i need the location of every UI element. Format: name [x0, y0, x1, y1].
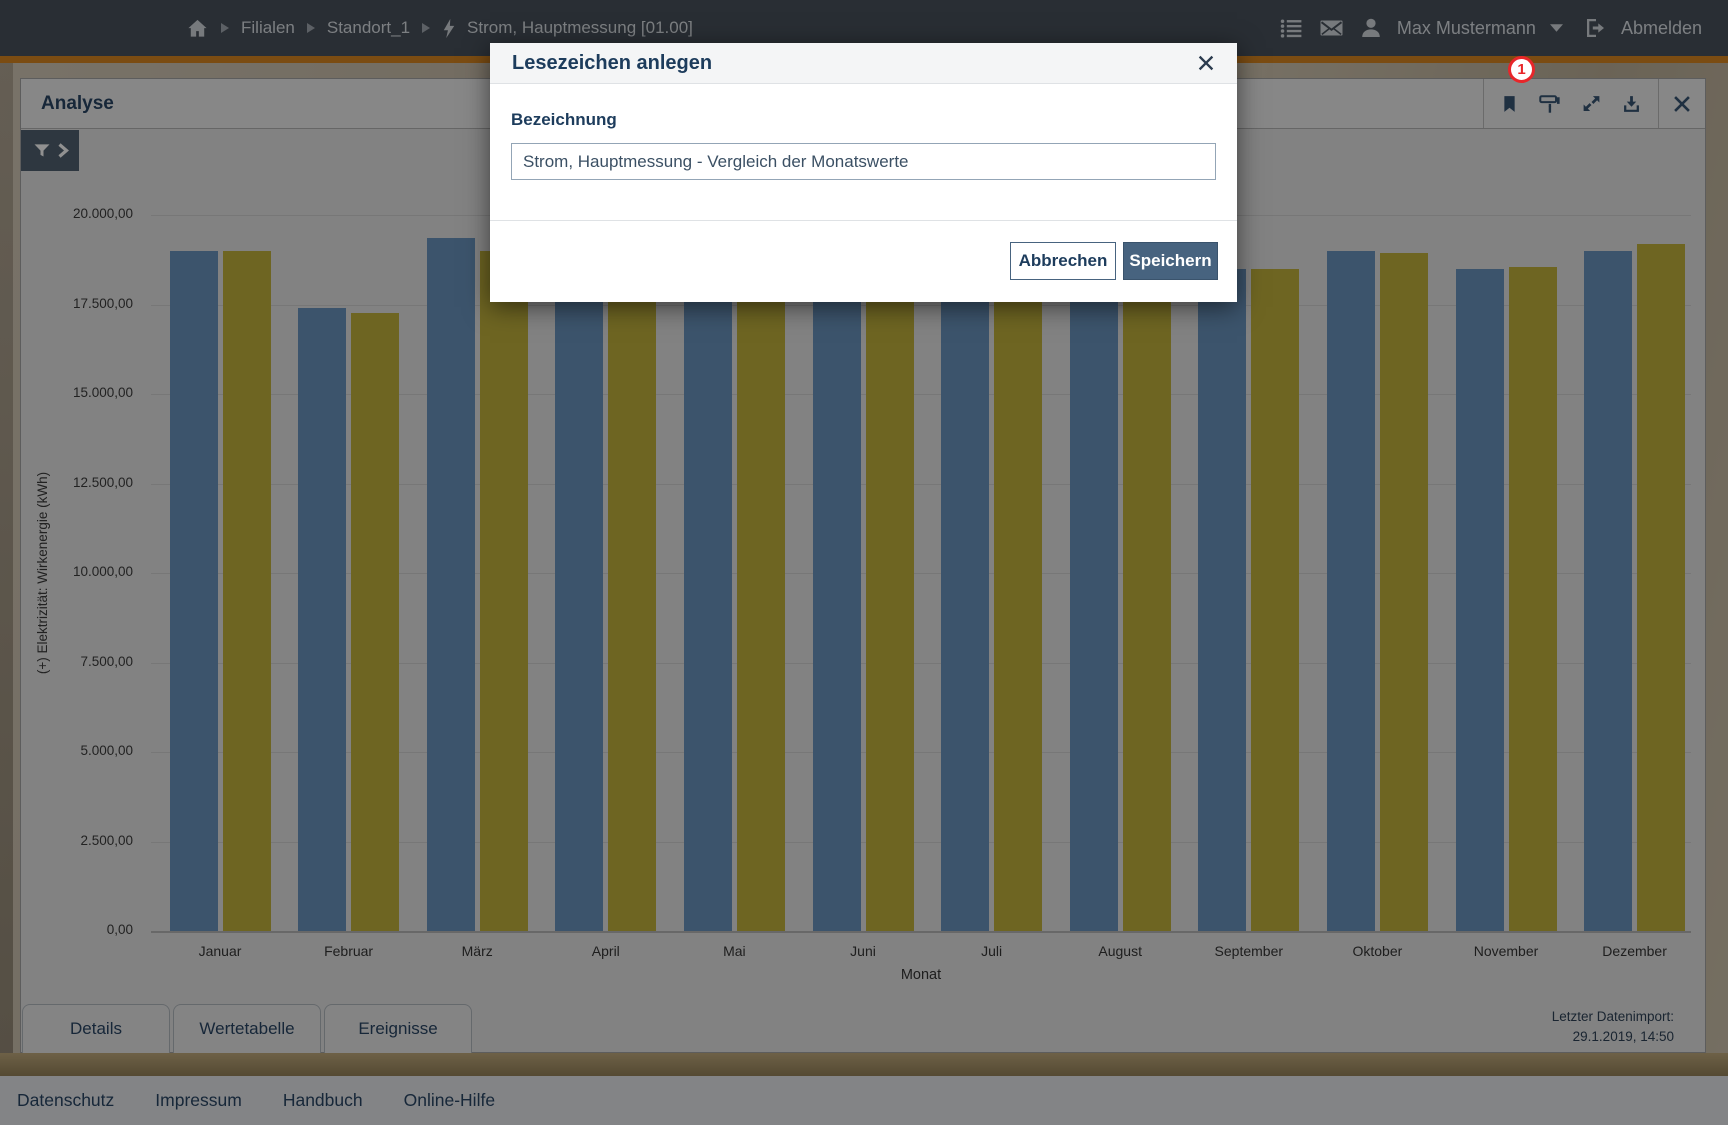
dialog-header: Lesezeichen anlegen — [490, 43, 1237, 84]
dialog-title: Lesezeichen anlegen — [490, 52, 712, 75]
dialog-close-icon[interactable] — [1197, 54, 1237, 72]
bookmark-dialog: Lesezeichen anlegen Bezeichnung Abbreche… — [490, 43, 1237, 302]
cancel-button[interactable]: Abbrechen — [1010, 242, 1116, 280]
dialog-footer: Abbrechen Speichern — [490, 220, 1237, 302]
app-window: Filialen Standort_1 Strom, Hauptmessung … — [0, 0, 1728, 1125]
annotation-badge-1: 1 — [1508, 56, 1535, 83]
save-button[interactable]: Speichern — [1123, 242, 1218, 280]
bezeichnung-label: Bezeichnung — [511, 110, 1216, 130]
dialog-body: Bezeichnung — [490, 84, 1237, 180]
bezeichnung-input[interactable] — [511, 143, 1216, 180]
